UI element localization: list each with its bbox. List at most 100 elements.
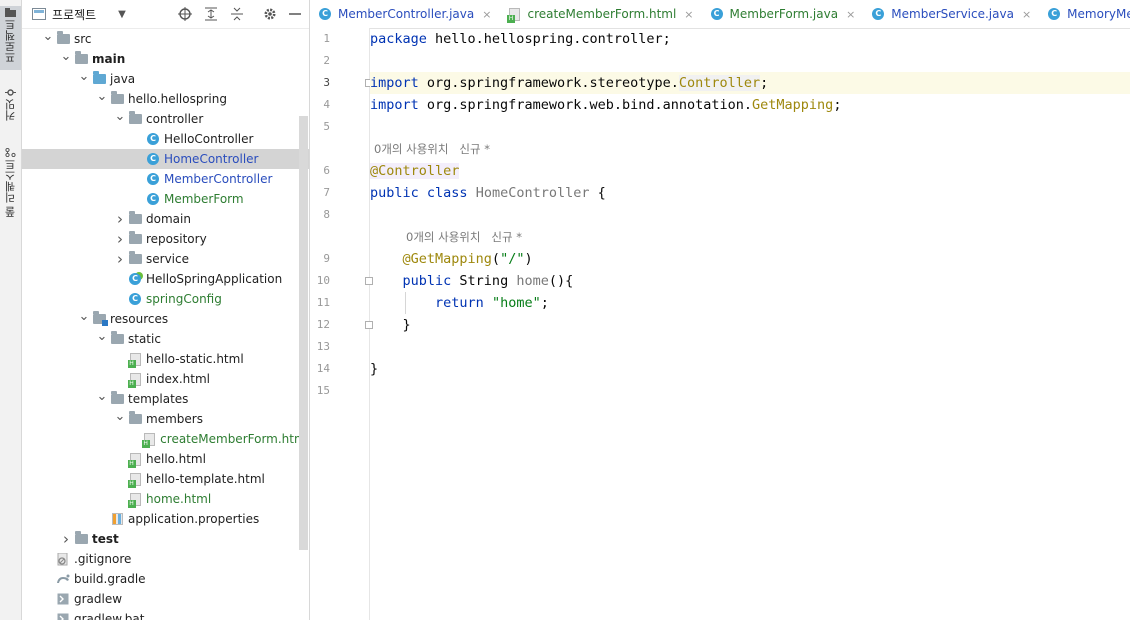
tree-item[interactable]: application.properties xyxy=(22,509,309,529)
tree-item-label: springConfig xyxy=(146,292,222,306)
class-icon: C xyxy=(146,152,160,166)
chevron-down-icon[interactable]: ⌄ xyxy=(60,46,72,66)
tree-item[interactable]: › domain xyxy=(22,209,309,229)
class-icon: C xyxy=(871,7,885,21)
project-view-title[interactable]: 프로젝트 xyxy=(52,6,96,23)
code-editor[interactable]: package hello.hellospring.controller; im… xyxy=(370,28,1130,620)
tree-item-label: hello.html xyxy=(146,452,206,466)
gear-icon[interactable] xyxy=(262,6,278,22)
tree-item[interactable]: hello-template.html xyxy=(22,469,309,489)
chevron-right-icon[interactable]: › xyxy=(114,209,126,229)
chevron-right-icon[interactable]: › xyxy=(114,229,126,249)
tree-item[interactable]: hello-static.html xyxy=(22,349,309,369)
pull-request-icon xyxy=(5,148,16,157)
chevron-right-icon[interactable]: › xyxy=(60,529,72,549)
usage-hint-method[interactable]: 0개의 사용위치 신규 * xyxy=(406,226,522,248)
locate-icon[interactable] xyxy=(177,6,193,22)
tree-item[interactable]: CspringConfig xyxy=(22,289,309,309)
tree-item[interactable]: ⌄ static xyxy=(22,329,309,349)
hide-panel-icon[interactable] xyxy=(287,6,303,22)
tree-item[interactable]: › test xyxy=(22,529,309,549)
collapse-all-icon[interactable] xyxy=(229,6,245,22)
tree-item[interactable]: C HomeController xyxy=(22,149,309,169)
code-line-12: } xyxy=(402,317,411,333)
class-icon: C xyxy=(318,7,332,21)
tree-item[interactable]: › repository xyxy=(22,229,309,249)
editor-tab[interactable]: C MemberService.java × xyxy=(863,0,1039,28)
commit-tool-tab[interactable]: 커밋 xyxy=(0,86,21,130)
close-icon[interactable]: × xyxy=(1022,8,1031,21)
tree-item[interactable]: gradlew.bat xyxy=(22,609,309,620)
usage-hint-class[interactable]: 0개의 사용위치 신규 * xyxy=(374,138,490,160)
chevron-down-icon[interactable]: ⌄ xyxy=(96,386,108,406)
tree-item[interactable]: home.html xyxy=(22,489,309,509)
script-file-icon xyxy=(56,592,70,606)
tree-item-label: .gitignore xyxy=(74,552,132,566)
line-number: 9 xyxy=(323,252,330,265)
editor-tab[interactable]: C MemberForm.java × xyxy=(702,0,864,28)
package-icon xyxy=(128,211,142,226)
tree-item[interactable]: index.html xyxy=(22,369,309,389)
expand-all-icon[interactable] xyxy=(203,6,219,22)
tree-item-label: test xyxy=(92,532,119,546)
tree-item-label: createMemberForm.html xyxy=(160,432,309,446)
tree-item[interactable]: ⌄ controller xyxy=(22,109,309,129)
code-line-14: } xyxy=(370,361,379,377)
close-icon[interactable]: × xyxy=(482,8,491,21)
code-line-3: import org.springframework.stereotype.Co… xyxy=(370,72,1130,94)
chevron-down-icon[interactable]: ⌄ xyxy=(78,66,90,86)
chevron-down-icon[interactable]: ⌄ xyxy=(114,406,126,426)
tree-item[interactable]: › service xyxy=(22,249,309,269)
close-icon[interactable]: × xyxy=(846,8,855,21)
folder-icon xyxy=(128,411,142,426)
tree-item[interactable]: ⌄ java xyxy=(22,69,309,89)
close-icon[interactable]: × xyxy=(684,8,693,21)
source-folder-icon xyxy=(92,71,106,86)
tree-item[interactable]: .gitignore xyxy=(22,549,309,569)
tree-item[interactable]: ⌄ hello.hellospring xyxy=(22,89,309,109)
chevron-down-icon[interactable]: ⌄ xyxy=(114,106,126,126)
tree-item[interactable]: ⌄ templates xyxy=(22,389,309,409)
editor-tab[interactable]: C MemoryMemberReposito xyxy=(1039,0,1130,28)
tree-item-label: templates xyxy=(128,392,189,406)
tree-item[interactable]: C HelloSpringApplication xyxy=(22,269,309,289)
project-view-icon xyxy=(32,8,46,20)
tree-item[interactable]: build.gradle xyxy=(22,569,309,589)
tree-item[interactable]: gradlew xyxy=(22,589,309,609)
chevron-down-icon[interactable]: ⌄ xyxy=(96,326,108,346)
line-number: 1 xyxy=(323,32,330,45)
editor-tab[interactable]: createMemberForm.html × xyxy=(499,0,701,28)
html-file-icon xyxy=(127,352,142,368)
pull-request-tool-tab[interactable]: 풀 리퀘스트 xyxy=(0,146,21,230)
tree-item[interactable]: ⌄ resources xyxy=(22,309,309,329)
project-tool-tab[interactable]: 프로젝트 xyxy=(0,6,21,70)
tree-item[interactable]: hello.html xyxy=(22,449,309,469)
chevron-right-icon[interactable]: › xyxy=(114,249,126,269)
tree-item[interactable]: ⌄ members xyxy=(22,409,309,429)
folder-icon xyxy=(74,531,88,546)
tree-item[interactable]: ⌄ main xyxy=(22,49,309,69)
chevron-down-icon[interactable]: ⌄ xyxy=(78,306,90,326)
tree-item[interactable]: createMemberForm.html xyxy=(22,429,309,449)
tree-item-label: gradlew.bat xyxy=(74,612,145,620)
class-icon: C xyxy=(146,172,160,186)
tree-item[interactable]: C MemberController xyxy=(22,169,309,189)
chevron-down-icon[interactable]: ⌄ xyxy=(96,86,108,106)
line-number: 15 xyxy=(316,384,330,397)
chevron-down-icon[interactable]: ⌄ xyxy=(42,26,54,46)
tree-item-label: static xyxy=(128,332,161,346)
chevron-down-icon[interactable]: ▼ xyxy=(114,6,130,22)
editor-tab[interactable]: C MemberController.java × xyxy=(310,0,499,28)
tree-item[interactable]: C MemberForm xyxy=(22,189,309,209)
project-panel-toolbar: 프로젝트 ▼ xyxy=(22,0,309,29)
folder-icon xyxy=(56,31,70,46)
project-tree-scrollbar[interactable] xyxy=(299,116,308,550)
tree-item-label: HelloController xyxy=(164,132,254,146)
tree-item[interactable]: C HelloController xyxy=(22,129,309,149)
